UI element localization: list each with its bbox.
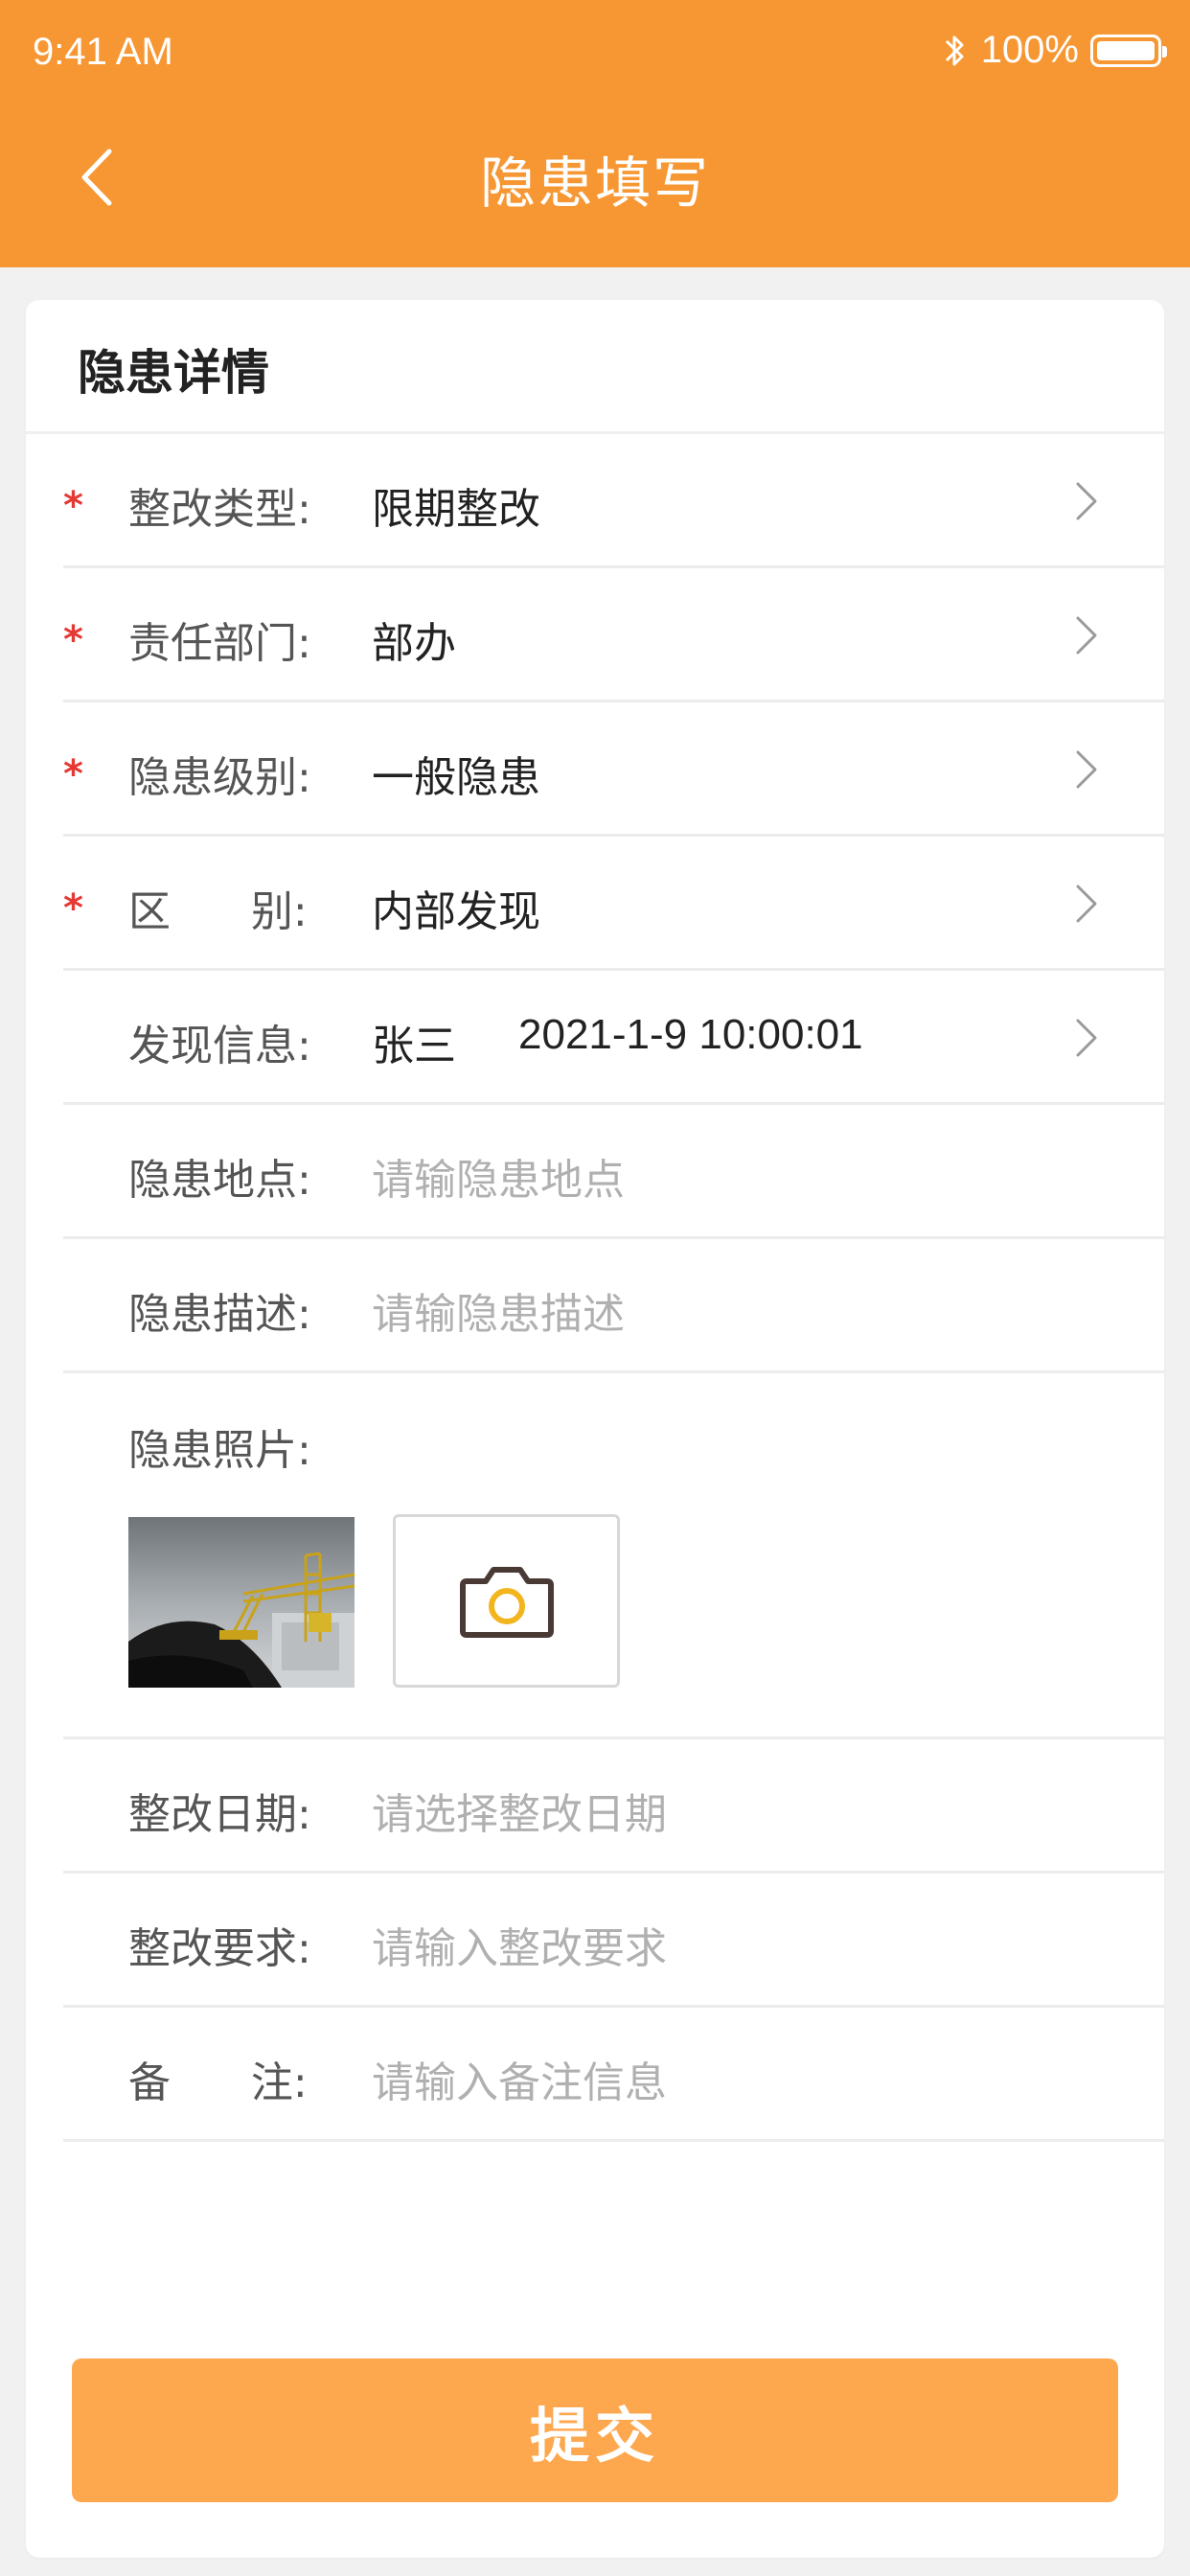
required-mark: * [63, 886, 83, 931]
hazard-level-value: 一般隐患 [372, 753, 540, 802]
chevron-right-icon [1076, 885, 1097, 923]
chevron-right-icon [1076, 750, 1097, 789]
rectify-type-label: 整改类型: [128, 485, 311, 534]
rectify-requirement-row: 整改要求: 请输入整改要求 [63, 1874, 1164, 2008]
rectify-date-picker[interactable]: 请选择整改日期 [372, 1780, 667, 1841]
chevron-right-icon [1076, 1019, 1097, 1057]
hazard-location-input[interactable]: 请输隐患地点 [372, 1145, 625, 1207]
category-label: 区 别: [128, 887, 308, 936]
category-row[interactable]: * 区 别: 内部发现 [63, 837, 1164, 971]
discoverer-name: 张三 [372, 1022, 456, 1070]
discovery-info-label: 发现信息: [128, 1022, 311, 1070]
required-mark: * [63, 484, 83, 528]
hazard-level-label: 隐患级别: [128, 753, 311, 802]
hazard-photo-row: 隐患照片: [63, 1371, 1164, 1739]
status-time: 9:41 AM [33, 31, 173, 73]
chevron-right-icon [1076, 616, 1097, 655]
rectify-date-row[interactable]: 整改日期: 请选择整改日期 [63, 1739, 1164, 1874]
rectify-requirement-input[interactable]: 请输入整改要求 [372, 1914, 667, 1975]
responsible-dept-label: 责任部门: [128, 619, 311, 668]
bluetooth-icon [945, 35, 964, 65]
rectify-type-value: 限期整改 [372, 485, 540, 534]
rectify-type-row[interactable]: * 整改类型: 限期整改 [63, 434, 1164, 568]
rectify-requirement-label: 整改要求: [128, 1924, 311, 1973]
discovery-info-row[interactable]: 发现信息: 张三 2021-1-9 10:00:01 [63, 971, 1164, 1105]
hazard-level-row[interactable]: * 隐患级别: 一般隐患 [63, 702, 1164, 837]
status-indicators: 100% [941, 29, 1167, 72]
submit-button[interactable]: 提交 [72, 2358, 1118, 2502]
hazard-photo-thumbnail[interactable] [128, 1517, 355, 1688]
responsible-dept-value: 部办 [372, 619, 456, 668]
app-header: 9:41 AM 100% 隐患填写 [0, 0, 1190, 267]
battery-percentage: 100% [980, 29, 1079, 71]
card-title: 隐患详情 [78, 345, 269, 401]
remark-row: 备 注: 请输入备注信息 [63, 2008, 1164, 2142]
remark-input[interactable]: 请输入备注信息 [372, 2048, 667, 2109]
camera-icon [459, 1566, 554, 1638]
hazard-location-row: 隐患地点: 请输隐患地点 [63, 1105, 1164, 1239]
hazard-location-label: 隐患地点: [128, 1156, 311, 1205]
hazard-photo-label: 隐患照片: [128, 1426, 311, 1475]
category-value: 内部发现 [372, 887, 540, 936]
chevron-right-icon [1076, 482, 1097, 520]
hazard-details-card: 隐患详情 * 整改类型: 限期整改 * 责任部门: 部办 * 隐患级别: 一般隐… [26, 300, 1164, 2558]
hazard-description-input[interactable]: 请输隐患描述 [372, 1279, 625, 1341]
remark-label: 备 注: [128, 2058, 308, 2107]
page-title: 隐患填写 [479, 150, 710, 216]
rectify-date-label: 整改日期: [128, 1790, 311, 1839]
responsible-dept-row[interactable]: * 责任部门: 部办 [63, 568, 1164, 702]
hazard-description-row: 隐患描述: 请输隐患描述 [63, 1239, 1164, 1373]
required-mark: * [63, 752, 83, 796]
required-mark: * [63, 618, 83, 662]
discovery-datetime: 2021-1-9 10:00:01 [518, 1011, 863, 1058]
hazard-description-label: 隐患描述: [128, 1290, 311, 1339]
add-photo-button[interactable] [393, 1514, 620, 1688]
battery-icon [1090, 34, 1167, 67]
